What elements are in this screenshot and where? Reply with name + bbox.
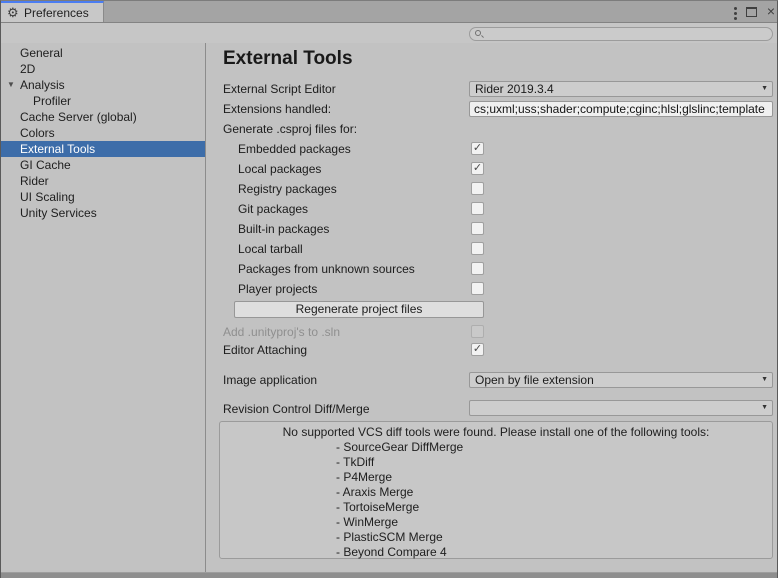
sidebar-item-external-tools[interactable]: External Tools [1,141,205,157]
registry-packages-checkbox[interactable] [471,182,484,195]
preferences-tab[interactable]: ⚙ Preferences [1,1,104,22]
sidebar-item-profiler[interactable]: Profiler [1,93,205,109]
image-application-dropdown[interactable]: Open by file extension ▼ [469,372,773,388]
git-packages-checkbox[interactable] [471,202,484,215]
git-packages-label: Git packages [238,201,308,217]
editor-attaching-checkbox[interactable]: ✓ [471,343,484,356]
vcs-tool-item: - P4Merge [220,470,772,485]
local-packages-checkbox[interactable]: ✓ [471,162,484,175]
generate-csproj-label: Generate .csproj files for: [223,121,357,137]
vcs-notice-intro: No supported VCS diff tools were found. … [220,425,772,440]
unknown-sources-label: Packages from unknown sources [238,261,415,277]
sidebar-item-unity-services[interactable]: Unity Services [1,205,205,221]
maximize-icon[interactable] [746,7,757,17]
vcs-notice-box: No supported VCS diff tools were found. … [219,421,773,559]
foldout-arrow-icon[interactable]: ▼ [7,77,15,93]
vcs-tool-item: - TortoiseMerge [220,500,772,515]
builtin-packages-label: Built-in packages [238,221,329,237]
extensions-input[interactable]: cs;uxml;uss;shader;compute;cginc;hlsl;gl… [469,101,773,117]
local-tarball-label: Local tarball [238,241,303,257]
image-application-label: Image application [223,372,317,388]
chevron-down-icon: ▼ [761,85,768,93]
gear-icon: ⚙ [7,4,19,22]
vcs-tool-item: - Beyond Compare 4 [220,545,772,560]
embedded-packages-checkbox[interactable]: ✓ [471,142,484,155]
registry-packages-label: Registry packages [238,181,337,197]
revision-control-dropdown[interactable]: ▼ [469,400,773,416]
close-icon[interactable]: × [767,3,775,20]
title-bar: ⚙ Preferences × [1,1,777,22]
player-projects-label: Player projects [238,281,317,297]
image-application-value: Open by file extension [475,373,594,387]
unknown-sources-checkbox[interactable] [471,262,484,275]
sidebar-item-rider[interactable]: Rider [1,173,205,189]
local-tarball-checkbox[interactable] [471,242,484,255]
add-unityproj-label: Add .unityproj's to .sln [223,324,340,340]
toolbar [1,22,777,43]
sidebar-item-gi-cache[interactable]: GI Cache [1,157,205,173]
sidebar: General 2D ▼ Analysis Profiler Cache Serv… [1,43,206,573]
vcs-tool-item: - Araxis Merge [220,485,772,500]
chevron-down-icon: ▼ [761,404,768,412]
editor-attaching-label: Editor Attaching [223,342,307,358]
preferences-window: ⚙ Preferences × General 2D ▼ Analysis Pro… [0,0,778,578]
script-editor-dropdown[interactable]: Rider 2019.3.4 ▼ [469,81,773,97]
menu-icon[interactable] [734,7,737,10]
sidebar-item-general[interactable]: General [1,45,205,61]
regenerate-project-files-button[interactable]: Regenerate project files [234,301,484,318]
vcs-tool-item: - WinMerge [220,515,772,530]
sidebar-item-colors[interactable]: Colors [1,125,205,141]
main-panel: External Tools External Script Editor Ri… [207,43,778,573]
player-projects-checkbox[interactable] [471,282,484,295]
script-editor-value: Rider 2019.3.4 [475,82,554,96]
page-title: External Tools [223,48,353,70]
sidebar-item-label: Analysis [20,78,65,92]
script-editor-label: External Script Editor [223,81,336,97]
vcs-tool-item: - PlasticSCM Merge [220,530,772,545]
local-packages-label: Local packages [238,161,321,177]
vcs-tool-item: - SourceGear DiffMerge [220,440,772,455]
revision-control-label: Revision Control Diff/Merge [223,401,370,417]
vcs-tool-item: - TkDiff [220,455,772,470]
extensions-label: Extensions handled: [223,101,331,117]
search-input[interactable] [469,27,773,41]
sidebar-item-2d[interactable]: 2D [1,61,205,77]
sidebar-item-analysis[interactable]: ▼ Analysis [1,77,205,93]
sidebar-item-ui-scaling[interactable]: UI Scaling [1,189,205,205]
tab-title: Preferences [24,6,89,20]
chevron-down-icon: ▼ [761,376,768,384]
builtin-packages-checkbox[interactable] [471,222,484,235]
embedded-packages-label: Embedded packages [238,141,351,157]
add-unityproj-checkbox [471,325,484,338]
content-area: General 2D ▼ Analysis Profiler Cache Serv… [1,43,778,573]
sidebar-item-cache-server[interactable]: Cache Server (global) [1,109,205,125]
search-icon [475,30,481,36]
window-bottom-edge [1,572,777,578]
